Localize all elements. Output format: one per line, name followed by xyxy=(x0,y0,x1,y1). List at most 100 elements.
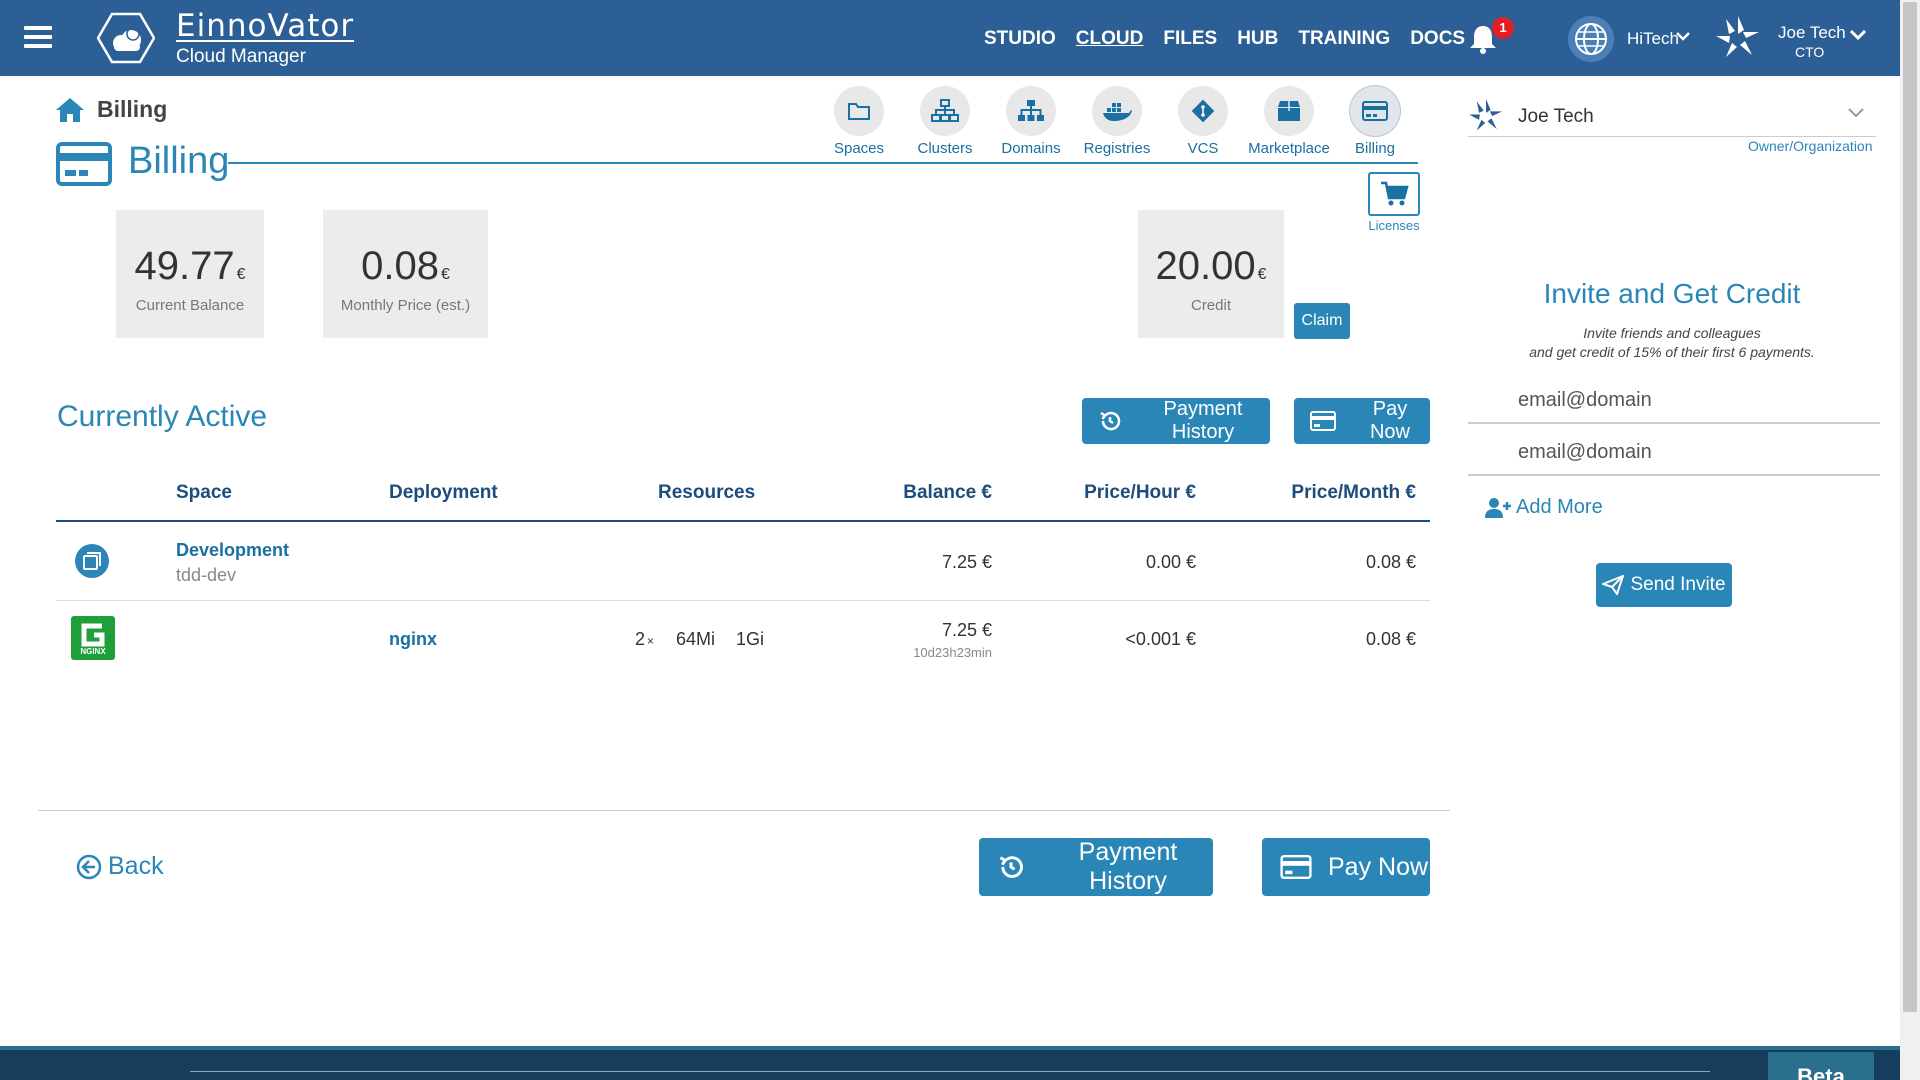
nav-training[interactable]: TRAINING xyxy=(1298,28,1390,50)
chevron-down-icon[interactable] xyxy=(1846,106,1866,120)
deployment-duration: 10d23h23min xyxy=(913,645,992,660)
nav-docs[interactable]: DOCS xyxy=(1410,28,1465,50)
tab-clusters[interactable]: Clusters xyxy=(897,86,993,157)
chevron-down-icon[interactable] xyxy=(1675,30,1691,42)
domains-icon xyxy=(1018,100,1044,121)
globe-icon[interactable] xyxy=(1568,16,1614,62)
balance-card: 49.77 € Current Balance xyxy=(116,210,264,338)
docker-icon xyxy=(1103,103,1132,121)
send-invite-button[interactable]: Send Invite xyxy=(1596,563,1732,607)
nav-cloud[interactable]: CLOUD xyxy=(1076,28,1144,50)
deployment-balance: 7.25 € xyxy=(941,620,992,640)
col-header-price-month[interactable]: Price/Month € xyxy=(1250,482,1416,504)
tab-billing[interactable]: Billing xyxy=(1327,86,1423,157)
replicas-suffix: × xyxy=(647,634,655,648)
replicas-value: 2 xyxy=(635,629,646,649)
user-role: CTO xyxy=(1795,44,1825,60)
licenses-label[interactable]: Licenses xyxy=(1364,218,1424,233)
monthly-price-card: 0.08 € Monthly Price (est.) xyxy=(323,210,488,338)
col-header-space[interactable]: Space xyxy=(176,482,232,504)
tab-registries[interactable]: Registries xyxy=(1069,86,1165,157)
monthly-price-caption: Monthly Price (est.) xyxy=(340,297,471,314)
nav-hub[interactable]: HUB xyxy=(1237,28,1278,50)
footer-divider xyxy=(190,1071,1710,1072)
deployment-memory: 64Mi xyxy=(676,629,716,649)
col-header-price-hour[interactable]: Price/Hour € xyxy=(1050,482,1196,504)
user-plus-icon xyxy=(1485,497,1511,518)
invite-email-field-2[interactable] xyxy=(1468,430,1880,476)
top-bar: EinnoVator Cloud Manager STUDIO CLOUD FI… xyxy=(0,0,1900,76)
user-avatar[interactable] xyxy=(1712,12,1764,64)
deployment-name[interactable]: nginx xyxy=(389,629,437,650)
credit-caption: Credit xyxy=(1190,297,1231,314)
arrow-left-circle-icon xyxy=(76,854,102,879)
scrollbar-thumb[interactable] xyxy=(1903,2,1917,1012)
tab-marketplace[interactable]: Marketplace xyxy=(1241,86,1337,157)
invite-title: Invite and Get Credit xyxy=(1543,278,1801,309)
brand-name[interactable]: EinnoVator xyxy=(176,8,354,44)
col-header-resources[interactable]: Resources xyxy=(658,482,755,504)
pay-now-button-bottom[interactable]: Pay Now xyxy=(1262,838,1430,896)
brand-subtitle: Cloud Manager xyxy=(176,46,306,67)
section-divider xyxy=(38,810,1450,811)
history-icon xyxy=(1100,411,1121,431)
pay-now-button[interactable]: Pay Now xyxy=(1294,398,1430,444)
invite-subtitle: Invite friends and colleagues and get cr… xyxy=(1468,324,1876,362)
balance-value: 49.77 xyxy=(134,244,235,288)
folder-icon xyxy=(848,103,870,120)
col-header-balance[interactable]: Balance € xyxy=(880,482,992,504)
tab-vcs[interactable]: VCS xyxy=(1155,86,1251,157)
credit-value: 20.00 xyxy=(1155,244,1256,288)
footer xyxy=(0,1046,1900,1080)
space-id: tdd-dev xyxy=(176,565,237,585)
back-link[interactable]: Back xyxy=(76,852,164,881)
tab-billing-label: Billing xyxy=(1354,140,1396,157)
credit-card-icon xyxy=(1310,411,1336,431)
deployment-replicas: 2 × xyxy=(635,629,654,650)
monthly-price-currency: € xyxy=(440,266,450,283)
logo-icon[interactable] xyxy=(97,12,155,64)
tab-domains-label: Domains xyxy=(1001,140,1061,157)
row-divider xyxy=(56,600,1430,601)
tab-spaces[interactable]: Spaces xyxy=(811,86,907,157)
org-selector[interactable]: HiTech xyxy=(1627,29,1679,49)
deployment-storage: 1Gi xyxy=(736,629,765,649)
nav-files[interactable]: FILES xyxy=(1163,28,1217,50)
notification-badge: 1 xyxy=(1492,17,1514,39)
tab-vcs-label: VCS xyxy=(1187,140,1219,157)
chevron-down-icon[interactable] xyxy=(1848,28,1868,42)
owner-selector[interactable]: Joe Tech xyxy=(1518,106,1594,128)
git-icon xyxy=(1191,99,1215,123)
space-name[interactable]: Development xyxy=(176,540,289,561)
add-more-link[interactable]: Add More xyxy=(1484,496,1603,519)
scrollbar[interactable] xyxy=(1900,0,1920,1080)
invite-subtitle-line-1: Invite friends and colleagues xyxy=(1583,325,1761,341)
credit-card-icon xyxy=(56,142,112,186)
payment-history-label: Payment History xyxy=(1163,398,1243,443)
paper-plane-icon xyxy=(1602,575,1625,595)
invite-email-field-1[interactable] xyxy=(1468,378,1880,424)
credit-currency: € xyxy=(1257,266,1267,283)
menu-icon[interactable] xyxy=(24,26,52,48)
top-nav: STUDIO CLOUD FILES HUB TRAINING DOCS xyxy=(984,28,1465,50)
table-header-divider xyxy=(56,520,1430,522)
tab-domains[interactable]: Domains xyxy=(983,86,1079,157)
licenses-button[interactable] xyxy=(1368,172,1420,216)
space-icon xyxy=(75,544,109,578)
home-icon[interactable] xyxy=(54,96,86,124)
nginx-logo-icon: NGINX xyxy=(71,616,115,660)
monthly-price-value: 0.08 xyxy=(361,244,439,288)
payment-history-button[interactable]: Payment History xyxy=(1082,398,1270,444)
beta-badge: Beta xyxy=(1768,1052,1874,1080)
balance-currency: € xyxy=(236,266,246,283)
user-name[interactable]: Joe Tech xyxy=(1778,23,1846,43)
history-icon xyxy=(999,856,1023,878)
col-header-deployment[interactable]: Deployment xyxy=(389,482,498,504)
currently-active-heading: Currently Active xyxy=(57,400,268,433)
deployment-price-hour: <0.001 € xyxy=(1125,629,1196,649)
payment-history-button-bottom[interactable]: Payment History xyxy=(979,838,1213,896)
tab-clusters-label: Clusters xyxy=(917,140,973,157)
nav-studio[interactable]: STUDIO xyxy=(984,28,1056,50)
claim-button[interactable]: Claim xyxy=(1294,303,1350,339)
space-price-hour: 0.00 € xyxy=(1145,552,1196,572)
